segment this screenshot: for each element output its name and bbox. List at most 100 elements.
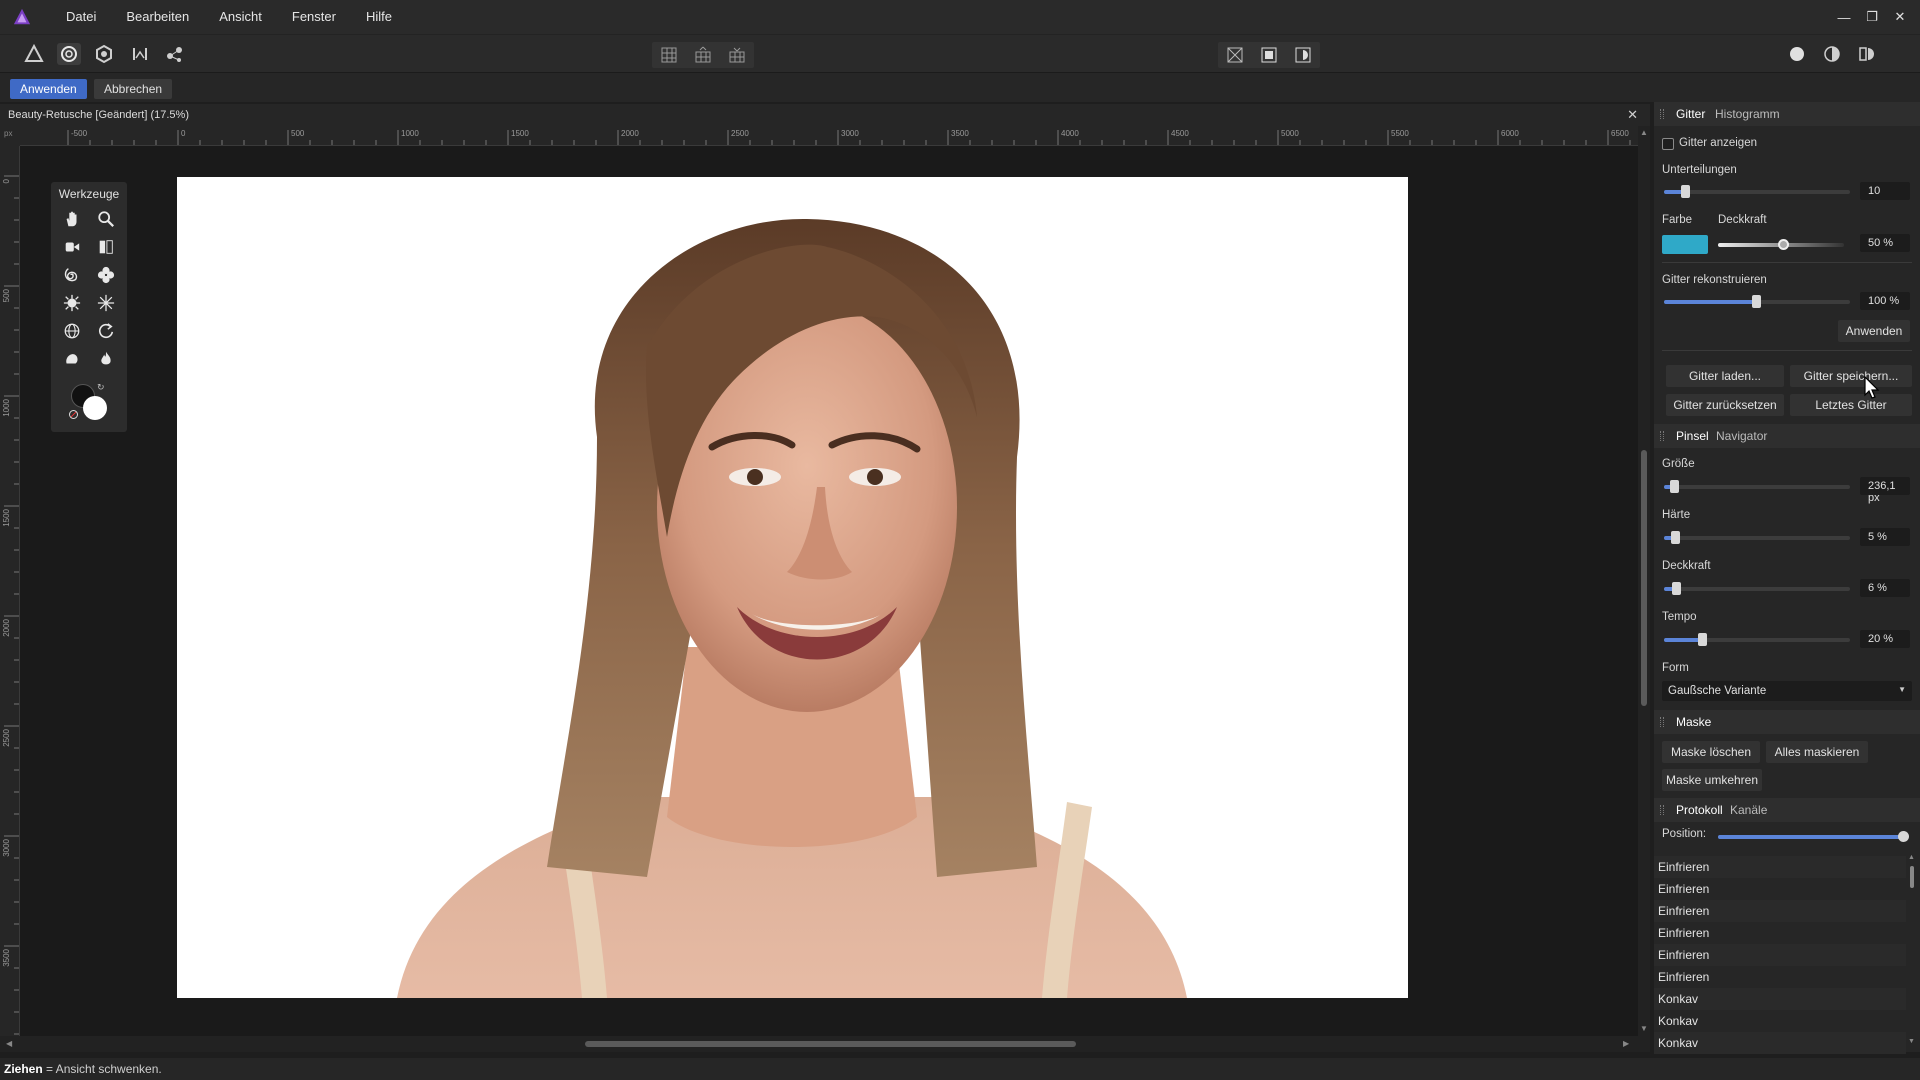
pinch-tool-icon[interactable]: [92, 262, 120, 288]
subdivisions-slider-knob[interactable]: [1681, 185, 1690, 198]
vertical-ruler[interactable]: 0 500 1000 1500 2000 2500 3000 3500: [0, 146, 20, 1036]
menu-datei[interactable]: Datei: [51, 0, 111, 34]
menu-ansicht[interactable]: Ansicht: [204, 0, 277, 34]
grid-color-swatch[interactable]: [1662, 235, 1708, 254]
push-forward-tool-icon[interactable]: [58, 234, 86, 260]
menu-bearbeiten[interactable]: Bearbeiten: [111, 0, 204, 34]
turbulence-tool-icon[interactable]: [92, 290, 120, 316]
vertical-scrollbar[interactable]: ▲ ▼: [1638, 126, 1650, 1036]
affinity-photo-logo-icon[interactable]: [13, 8, 31, 26]
rebuild-slider[interactable]: [1664, 295, 1850, 308]
history-position-slider[interactable]: [1718, 831, 1909, 842]
mesh-download-icon[interactable]: [720, 42, 754, 68]
panel-grip-icon[interactable]: [1660, 431, 1664, 441]
overlay-view-icon[interactable]: [1286, 42, 1320, 68]
hardness-value[interactable]: 5 %: [1860, 528, 1910, 546]
tab-gitter[interactable]: Gitter: [1676, 107, 1705, 121]
thaw-tool-icon[interactable]: [92, 346, 120, 372]
color-swatch-widget[interactable]: ↻: [69, 382, 109, 422]
show-grid-checkbox[interactable]: [1662, 138, 1674, 150]
mesh-upload-icon[interactable]: [686, 42, 720, 68]
history-item[interactable]: Konkav: [1654, 988, 1906, 1010]
horizontal-scroll-thumb[interactable]: [585, 1041, 1076, 1047]
shape-select[interactable]: Gaußsche Variante ▼: [1662, 681, 1912, 701]
view-tool-hand-icon[interactable]: [58, 206, 86, 232]
speed-value[interactable]: 20 %: [1860, 630, 1910, 648]
cancel-button[interactable]: Abbrechen: [94, 79, 173, 99]
speed-slider-knob[interactable]: [1698, 633, 1707, 646]
history-item[interactable]: Einfrieren: [1654, 944, 1906, 966]
scroll-up-icon[interactable]: ▲: [1908, 854, 1915, 861]
last-grid-button[interactable]: Letztes Gitter: [1790, 394, 1912, 416]
view-split-icon[interactable]: [1820, 43, 1844, 65]
mesh-clone-tool-icon[interactable]: [58, 318, 86, 344]
brush-size-slider-knob[interactable]: [1670, 480, 1679, 493]
tab-pinsel[interactable]: Pinsel: [1676, 429, 1709, 443]
history-scroll-thumb[interactable]: [1910, 866, 1914, 888]
zoom-tool-icon[interactable]: [92, 206, 120, 232]
panel-grip-icon[interactable]: [1660, 805, 1664, 815]
history-item[interactable]: Einfrieren: [1654, 922, 1906, 944]
scroll-left-icon[interactable]: ◀: [6, 1039, 12, 1048]
swap-colors-icon[interactable]: ↻: [97, 382, 105, 393]
mask-view-icon[interactable]: [1252, 42, 1286, 68]
speed-slider[interactable]: [1664, 633, 1850, 646]
history-item[interactable]: Einfrieren: [1654, 966, 1906, 988]
mask-all-button[interactable]: Alles maskieren: [1766, 741, 1868, 763]
clear-mask-button[interactable]: Maske löschen: [1662, 741, 1760, 763]
mesh-off-icon[interactable]: [1218, 42, 1252, 68]
restore-icon[interactable]: ❐: [1858, 9, 1886, 25]
scroll-down-icon[interactable]: ▼: [1640, 1024, 1648, 1033]
push-left-tool-icon[interactable]: [92, 234, 120, 260]
close-document-icon[interactable]: ✕: [1627, 107, 1638, 123]
hardness-slider-knob[interactable]: [1671, 531, 1680, 544]
history-item[interactable]: Konkav: [1654, 1032, 1906, 1054]
tab-protokoll[interactable]: Protokoll: [1676, 803, 1723, 817]
load-grid-button[interactable]: Gitter laden...: [1666, 365, 1784, 387]
export-persona-icon[interactable]: [163, 43, 187, 65]
document-tab[interactable]: Beauty-Retusche [Geändert] (17.5%) ✕: [0, 104, 1650, 126]
history-scrollbar[interactable]: ▲ ▼: [1908, 854, 1915, 1045]
scroll-up-icon[interactable]: ▲: [1640, 128, 1648, 137]
photo-persona-icon[interactable]: [22, 43, 46, 65]
history-position-slider-knob[interactable]: [1898, 831, 1909, 842]
brush-opacity-slider-knob[interactable]: [1672, 582, 1681, 595]
horizontal-ruler[interactable]: -500 0 500 1000 1500 2000 2500 3000 3500 4000 4500…: [20, 126, 1638, 146]
secondary-color-swatch[interactable]: [83, 396, 107, 420]
history-item[interactable]: Einfrieren: [1654, 878, 1906, 900]
freeze-tool-icon[interactable]: [58, 346, 86, 372]
reset-grid-button[interactable]: Gitter zurücksetzen: [1666, 394, 1784, 416]
panel-grip-icon[interactable]: [1660, 717, 1664, 727]
subdivisions-slider[interactable]: [1664, 185, 1850, 198]
subdivisions-value[interactable]: 10: [1860, 182, 1910, 200]
twirl-tool-icon[interactable]: [58, 262, 86, 288]
grid-opacity-slider[interactable]: [1718, 239, 1844, 250]
menu-fenster[interactable]: Fenster: [277, 0, 351, 34]
grid-opacity-value[interactable]: 50 %: [1860, 234, 1910, 252]
hardness-slider[interactable]: [1664, 531, 1850, 544]
no-color-icon[interactable]: [69, 410, 78, 419]
canvas-area[interactable]: [20, 146, 1638, 1036]
history-item[interactable]: Einfrieren: [1654, 900, 1906, 922]
grid-apply-button[interactable]: Anwenden: [1838, 320, 1910, 342]
brush-opacity-value[interactable]: 6 %: [1860, 579, 1910, 597]
tab-kanaele[interactable]: Kanäle: [1730, 803, 1767, 817]
close-window-icon[interactable]: ✕: [1886, 9, 1914, 25]
view-full-icon[interactable]: [1785, 43, 1809, 65]
tab-histogramm[interactable]: Histogramm: [1715, 107, 1780, 121]
brush-opacity-slider[interactable]: [1664, 582, 1850, 595]
rebuild-value[interactable]: 100 %: [1860, 292, 1910, 310]
tab-navigator[interactable]: Navigator: [1716, 429, 1767, 443]
scroll-right-icon[interactable]: ▶: [1623, 1039, 1629, 1048]
history-item[interactable]: Konkav: [1654, 1010, 1906, 1032]
brush-size-value[interactable]: 236,1 px: [1860, 477, 1910, 504]
menu-hilfe[interactable]: Hilfe: [351, 0, 407, 34]
punch-tool-icon[interactable]: [58, 290, 86, 316]
brush-size-slider[interactable]: [1664, 480, 1850, 493]
mesh-grid-icon[interactable]: [652, 42, 686, 68]
grid-opacity-slider-knob[interactable]: [1778, 239, 1789, 250]
minimize-icon[interactable]: —: [1830, 10, 1858, 25]
history-item[interactable]: Einfrieren: [1654, 856, 1906, 878]
vertical-scroll-thumb[interactable]: [1641, 450, 1647, 706]
portrait-photo[interactable]: [177, 177, 1408, 998]
